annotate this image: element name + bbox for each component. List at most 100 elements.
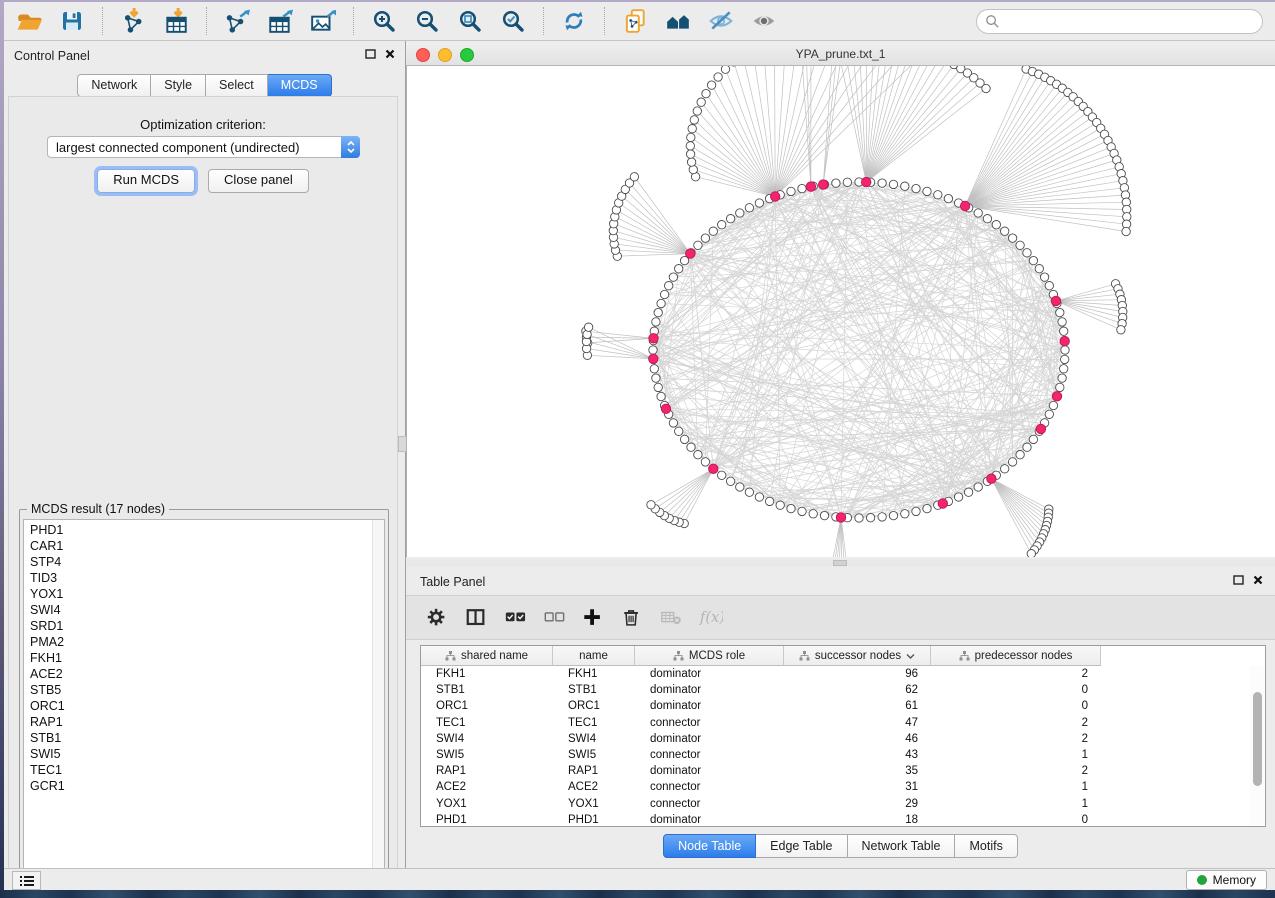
tab-select[interactable]: Select bbox=[206, 74, 268, 97]
cell-shared-name: ORC1 bbox=[421, 700, 553, 712]
zoom-out-icon[interactable] bbox=[410, 6, 444, 37]
table-scrollbar-thumb[interactable] bbox=[1253, 692, 1262, 786]
mcds-result-item[interactable]: STB1 bbox=[30, 730, 384, 746]
tab-style[interactable]: Style bbox=[151, 74, 206, 97]
horizontal-splitter-handle[interactable] bbox=[833, 560, 847, 566]
mcds-result-item[interactable]: RAP1 bbox=[30, 714, 384, 730]
import-table-icon[interactable] bbox=[159, 6, 193, 37]
mcds-result-item[interactable]: TEC1 bbox=[30, 762, 384, 778]
zoom-in-icon[interactable] bbox=[367, 6, 401, 37]
column-header-shared-name[interactable]: shared name bbox=[421, 646, 553, 666]
tab-mcds[interactable]: MCDS bbox=[268, 74, 332, 97]
export-image-icon[interactable] bbox=[306, 6, 340, 37]
close-table-panel-icon[interactable] bbox=[1253, 575, 1263, 585]
tab-motifs[interactable]: Motifs bbox=[955, 834, 1017, 858]
table-row[interactable]: SWI5SWI5connector431 bbox=[421, 747, 1265, 763]
mcds-result-item[interactable]: SRD1 bbox=[30, 618, 384, 634]
search-box[interactable] bbox=[976, 9, 1263, 34]
show-columns-icon[interactable] bbox=[463, 605, 489, 631]
hide-selection-icon[interactable] bbox=[704, 6, 738, 37]
mcds-result-item[interactable]: ORC1 bbox=[30, 698, 384, 714]
delete-columns-icon[interactable] bbox=[619, 605, 645, 631]
table-scrollbar[interactable] bbox=[1250, 666, 1264, 825]
export-table-icon[interactable] bbox=[263, 6, 297, 37]
mcds-result-list[interactable]: PHD1CAR1STP4TID3YOX1SWI4SRD1PMA2FKH1ACE2… bbox=[23, 519, 385, 876]
table-row[interactable]: RAP1RAP1dominator352 bbox=[421, 763, 1265, 779]
mcds-result-item[interactable]: YOX1 bbox=[30, 586, 384, 602]
mcds-result-item[interactable]: SWI5 bbox=[30, 746, 384, 762]
status-bar: Memory bbox=[4, 868, 1275, 890]
table-row[interactable]: ACE2ACE2connector311 bbox=[421, 779, 1265, 795]
table-row[interactable]: YOX1YOX1connector291 bbox=[421, 796, 1265, 812]
control-panel-title: Control Panel bbox=[14, 49, 90, 63]
mcds-result-item[interactable]: CAR1 bbox=[30, 538, 384, 554]
cell-successor-nodes: 96 bbox=[784, 668, 931, 680]
node-table[interactable]: shared namenameMCDS rolesuccessor nodesp… bbox=[420, 645, 1266, 827]
tab-network[interactable]: Network bbox=[77, 74, 151, 97]
first-neighbors-icon[interactable] bbox=[661, 6, 695, 37]
close-panel-button[interactable]: Close panel bbox=[208, 169, 309, 193]
column-header-MCDS-role[interactable]: MCDS role bbox=[635, 646, 784, 666]
float-panel-icon[interactable] bbox=[365, 49, 376, 59]
cell-name: ORC1 bbox=[553, 700, 635, 712]
mcds-result-item[interactable]: ACE2 bbox=[30, 666, 384, 682]
control-panel-tabs: NetworkStyleSelectMCDS bbox=[4, 74, 405, 97]
network-canvas[interactable] bbox=[406, 66, 1275, 557]
table-row[interactable]: TEC1TEC1connector472 bbox=[421, 715, 1265, 731]
close-panel-icon[interactable] bbox=[385, 49, 395, 59]
show-all-icon[interactable] bbox=[747, 6, 781, 37]
mcds-result-item[interactable]: FKH1 bbox=[30, 650, 384, 666]
zoom-fit-icon[interactable] bbox=[453, 6, 487, 37]
mcds-result-item[interactable]: STB5 bbox=[30, 682, 384, 698]
column-header-predecessor-nodes[interactable]: predecessor nodes bbox=[931, 646, 1101, 666]
search-input[interactable] bbox=[1005, 14, 1262, 30]
zoom-selected-icon[interactable] bbox=[496, 6, 530, 37]
criterion-dropdown[interactable]: largest connected component (undirected) bbox=[47, 136, 360, 158]
table-row[interactable]: ORC1ORC1dominator610 bbox=[421, 698, 1265, 714]
network-from-selection-icon[interactable] bbox=[618, 6, 652, 37]
tab-network-table[interactable]: Network Table bbox=[848, 834, 956, 858]
sort-desc-icon bbox=[906, 653, 915, 659]
deselect-all-icon[interactable] bbox=[541, 605, 567, 631]
mcds-result-item[interactable]: GCR1 bbox=[30, 778, 384, 794]
add-column-icon[interactable] bbox=[580, 605, 606, 631]
open-session-icon[interactable] bbox=[12, 6, 46, 37]
toolbar-separator bbox=[206, 7, 207, 35]
cell-successor-nodes: 47 bbox=[784, 717, 931, 729]
mcds-result-item[interactable]: PMA2 bbox=[30, 634, 384, 650]
horizontal-splitter[interactable] bbox=[406, 559, 1275, 567]
table-row[interactable]: FKH1FKH1dominator962 bbox=[421, 666, 1265, 682]
cell-successor-nodes: 29 bbox=[784, 798, 931, 810]
shared-column-icon bbox=[445, 651, 456, 661]
float-table-panel-icon[interactable] bbox=[1233, 575, 1244, 585]
table-row[interactable]: STB1STB1dominator620 bbox=[421, 682, 1265, 698]
list-scrollbar[interactable] bbox=[372, 520, 384, 875]
export-network-icon[interactable] bbox=[220, 6, 254, 37]
column-header-successor-nodes[interactable]: successor nodes bbox=[784, 646, 931, 666]
column-header-name[interactable]: name bbox=[553, 646, 635, 666]
mcds-result-item[interactable]: SWI4 bbox=[30, 602, 384, 618]
cell-MCDS-role: dominator bbox=[635, 765, 784, 777]
table-row[interactable]: SWI4SWI4dominator462 bbox=[421, 731, 1265, 747]
mcds-result-item[interactable]: PHD1 bbox=[30, 522, 384, 538]
mcds-result-item[interactable]: TID3 bbox=[30, 570, 384, 586]
import-network-icon[interactable] bbox=[116, 6, 150, 37]
toolbar-separator bbox=[543, 7, 544, 35]
table-mode-gear-icon[interactable] bbox=[424, 605, 450, 631]
cell-predecessor-nodes: 1 bbox=[931, 781, 1101, 793]
apply-layout-icon[interactable] bbox=[557, 6, 591, 37]
control-panel: Control Panel NetworkStyleSelectMCDS Opt… bbox=[4, 41, 405, 868]
memory-button[interactable]: Memory bbox=[1186, 870, 1267, 890]
toolbar-separator bbox=[604, 7, 605, 35]
task-history-button[interactable] bbox=[12, 871, 41, 890]
tab-node-table[interactable]: Node Table bbox=[663, 834, 756, 858]
save-session-icon[interactable] bbox=[55, 6, 89, 37]
mcds-result-item[interactable]: STP4 bbox=[30, 554, 384, 570]
select-all-icon[interactable] bbox=[502, 605, 528, 631]
tab-edge-table[interactable]: Edge Table bbox=[756, 834, 847, 858]
network-graph bbox=[407, 66, 1275, 557]
run-mcds-button[interactable]: Run MCDS bbox=[97, 169, 195, 193]
table-row[interactable]: PHD1PHD1dominator180 bbox=[421, 812, 1265, 827]
network-view-window: YPA_prune.txt_1 bbox=[406, 41, 1275, 559]
cell-name: TEC1 bbox=[553, 717, 635, 729]
